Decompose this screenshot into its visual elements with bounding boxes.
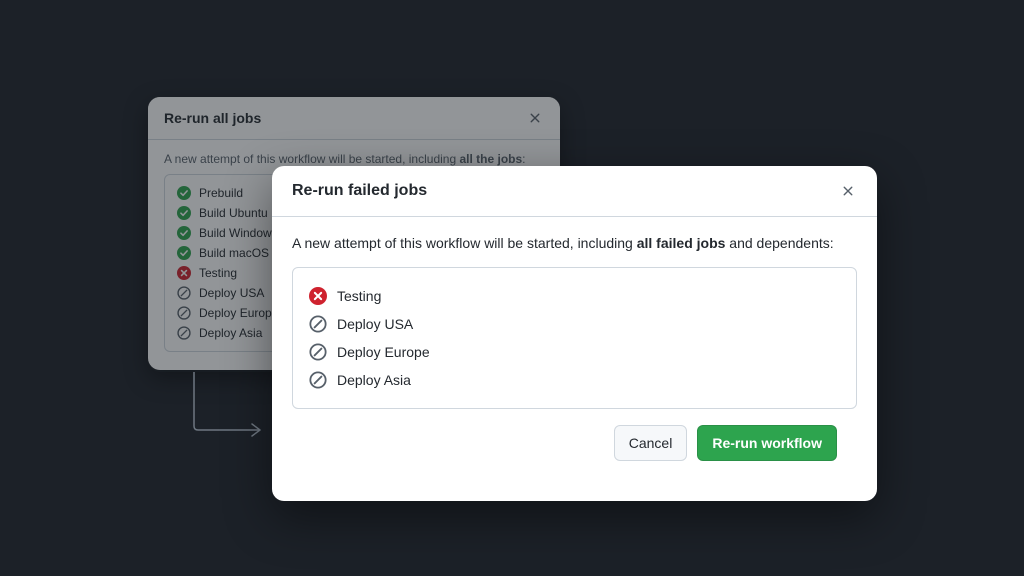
desc-text: A new attempt of this workflow will be s… [292, 235, 637, 251]
dialog-description: A new attempt of this workflow will be s… [292, 235, 857, 251]
failed-icon [309, 287, 327, 305]
dialog-footer: Cancel Re-run workflow [292, 425, 857, 481]
job-row: Testing [309, 282, 840, 310]
cancel-button[interactable]: Cancel [614, 425, 688, 461]
jobs-list: Testing Deploy USA Deploy Europe Deploy … [292, 267, 857, 409]
dialog-header: Re-run failed jobs [272, 166, 877, 217]
job-name: Deploy Asia [337, 372, 411, 388]
skipped-icon [309, 315, 327, 333]
job-name: Deploy Europe [337, 344, 430, 360]
connector-arrow [186, 370, 272, 440]
job-row: Deploy USA [309, 310, 840, 338]
job-name: Deploy USA [337, 316, 413, 332]
skipped-icon [309, 371, 327, 389]
job-row: Deploy Europe [309, 338, 840, 366]
desc-text: and dependents: [725, 235, 833, 251]
rerun-workflow-button[interactable]: Re-run workflow [697, 425, 837, 461]
job-row: Deploy Asia [309, 366, 840, 394]
close-icon[interactable] [839, 182, 857, 200]
desc-bold: all failed jobs [637, 235, 726, 251]
skipped-icon [309, 343, 327, 361]
dialog-title: Re-run failed jobs [292, 182, 427, 200]
job-name: Testing [337, 288, 381, 304]
rerun-failed-jobs-dialog: Re-run failed jobs A new attempt of this… [272, 166, 877, 501]
